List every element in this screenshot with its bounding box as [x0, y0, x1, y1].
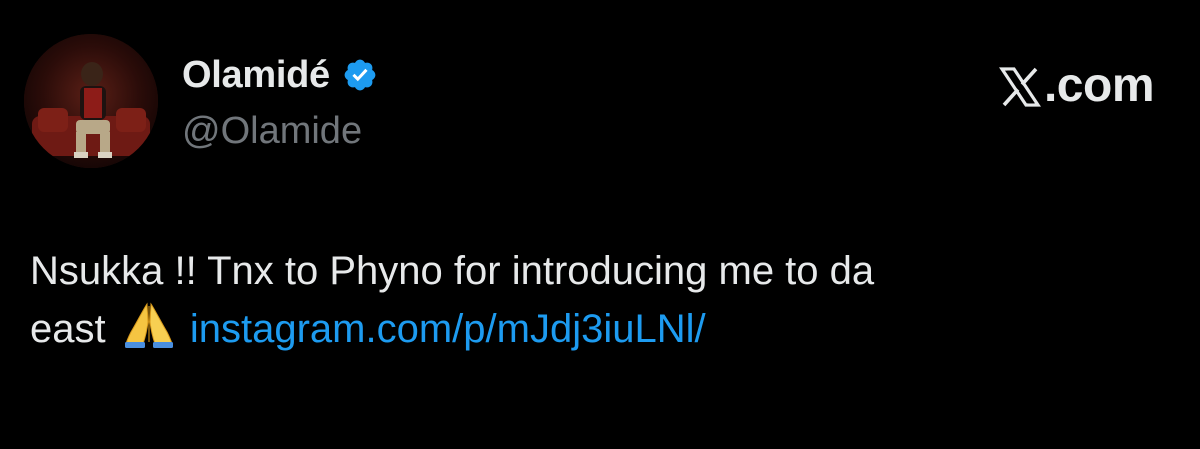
- user-handle[interactable]: @Olamide: [182, 110, 378, 153]
- tweet-text-east: east: [30, 307, 106, 351]
- tweet-text-line-2: east instagram.com/p/mJdj3iuLNl/: [30, 300, 1150, 358]
- name-row: Olamidé: [182, 52, 378, 98]
- avatar[interactable]: [24, 34, 158, 168]
- x-logo-icon: [998, 65, 1042, 107]
- tweet-text: Nsukka !! Tnx to Phyno for introducing m…: [30, 242, 1150, 358]
- author-info: Olamidé @Olamide: [182, 52, 378, 153]
- tweet-card: Olamidé @Olamide .com Nsukka !! Tnx to P…: [0, 0, 1200, 449]
- display-name[interactable]: Olamidé: [182, 54, 330, 97]
- logo-text: .com: [1043, 59, 1155, 112]
- verified-badge-icon: [342, 57, 378, 93]
- x-com-logo: .com: [998, 58, 1155, 113]
- tweet-text-line-1: Nsukka !! Tnx to Phyno for introducing m…: [30, 249, 875, 293]
- instagram-link[interactable]: instagram.com/p/mJdj3iuLNl/: [190, 307, 706, 351]
- avatar-photo: [24, 34, 158, 168]
- folded-hands-icon: [123, 300, 175, 348]
